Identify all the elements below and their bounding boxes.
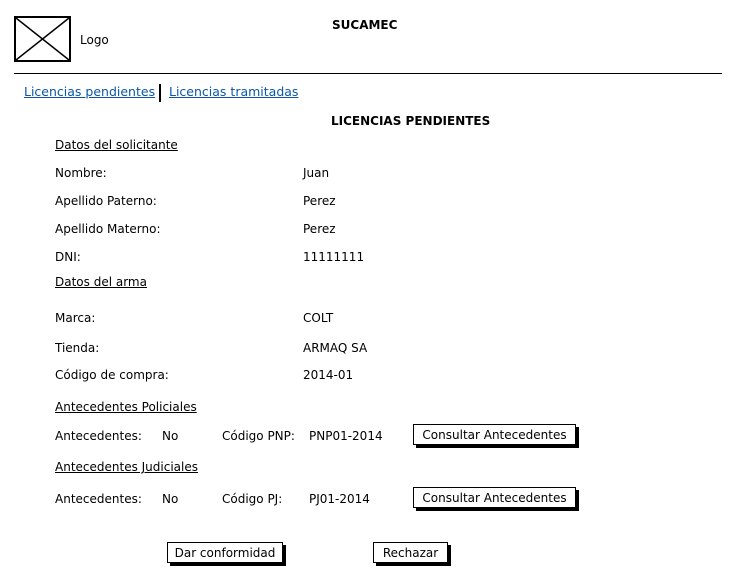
app-title: SUCAMEC xyxy=(332,18,398,32)
police-record-value: No xyxy=(162,429,179,443)
nav-separator xyxy=(159,84,161,102)
section-police-records: Antecedentes Policiales xyxy=(55,400,197,414)
nav-link-pending[interactable]: Licencias pendientes xyxy=(24,84,155,99)
judicial-record-label: Antecedentes: xyxy=(55,492,142,506)
image-placeholder-icon xyxy=(16,18,69,60)
field-label-brand: Marca: xyxy=(55,311,96,325)
field-value-purchase-code: 2014-01 xyxy=(303,368,354,382)
field-label-purchase-code: Código de compra: xyxy=(55,368,169,382)
field-value-dni: 11111111 xyxy=(303,250,365,264)
judicial-record-value: No xyxy=(162,492,179,506)
header-divider xyxy=(14,73,722,74)
field-value-brand: COLT xyxy=(303,311,334,325)
approve-button[interactable]: Dar conformidad xyxy=(167,542,283,563)
nav-link-processed[interactable]: Licencias tramitadas xyxy=(169,84,298,99)
section-weapon: Datos del arma xyxy=(55,275,147,289)
field-label-maternal-surname: Apellido Materno: xyxy=(55,222,161,236)
judicial-code-label: Código PJ: xyxy=(222,492,283,506)
field-value-name: Juan xyxy=(303,166,330,180)
field-label-dni: DNI: xyxy=(55,250,81,264)
field-label-store: Tienda: xyxy=(55,341,100,355)
section-applicant: Datos del solicitante xyxy=(55,138,178,152)
consult-judicial-records-button[interactable]: Consultar Antecedentes xyxy=(413,487,576,508)
field-value-paternal-surname: Perez xyxy=(303,194,336,208)
judicial-code-value: PJ01-2014 xyxy=(309,492,370,506)
police-code-label: Código PNP: xyxy=(222,429,295,443)
section-judicial-records: Antecedentes Judiciales xyxy=(55,460,198,474)
field-label-paternal-surname: Apellido Paterno: xyxy=(55,194,157,208)
police-record-label: Antecedentes: xyxy=(55,429,142,443)
page-title: LICENCIAS PENDIENTES xyxy=(331,114,491,128)
field-value-maternal-surname: Perez xyxy=(303,222,336,236)
logo-placeholder xyxy=(14,16,71,62)
field-value-store: ARMAQ SA xyxy=(303,341,368,355)
police-code-value: PNP01-2014 xyxy=(309,429,383,443)
logo-label: Logo xyxy=(80,33,109,47)
consult-police-records-button[interactable]: Consultar Antecedentes xyxy=(413,424,576,445)
field-label-name: Nombre: xyxy=(55,166,107,180)
reject-button[interactable]: Rechazar xyxy=(373,542,448,563)
